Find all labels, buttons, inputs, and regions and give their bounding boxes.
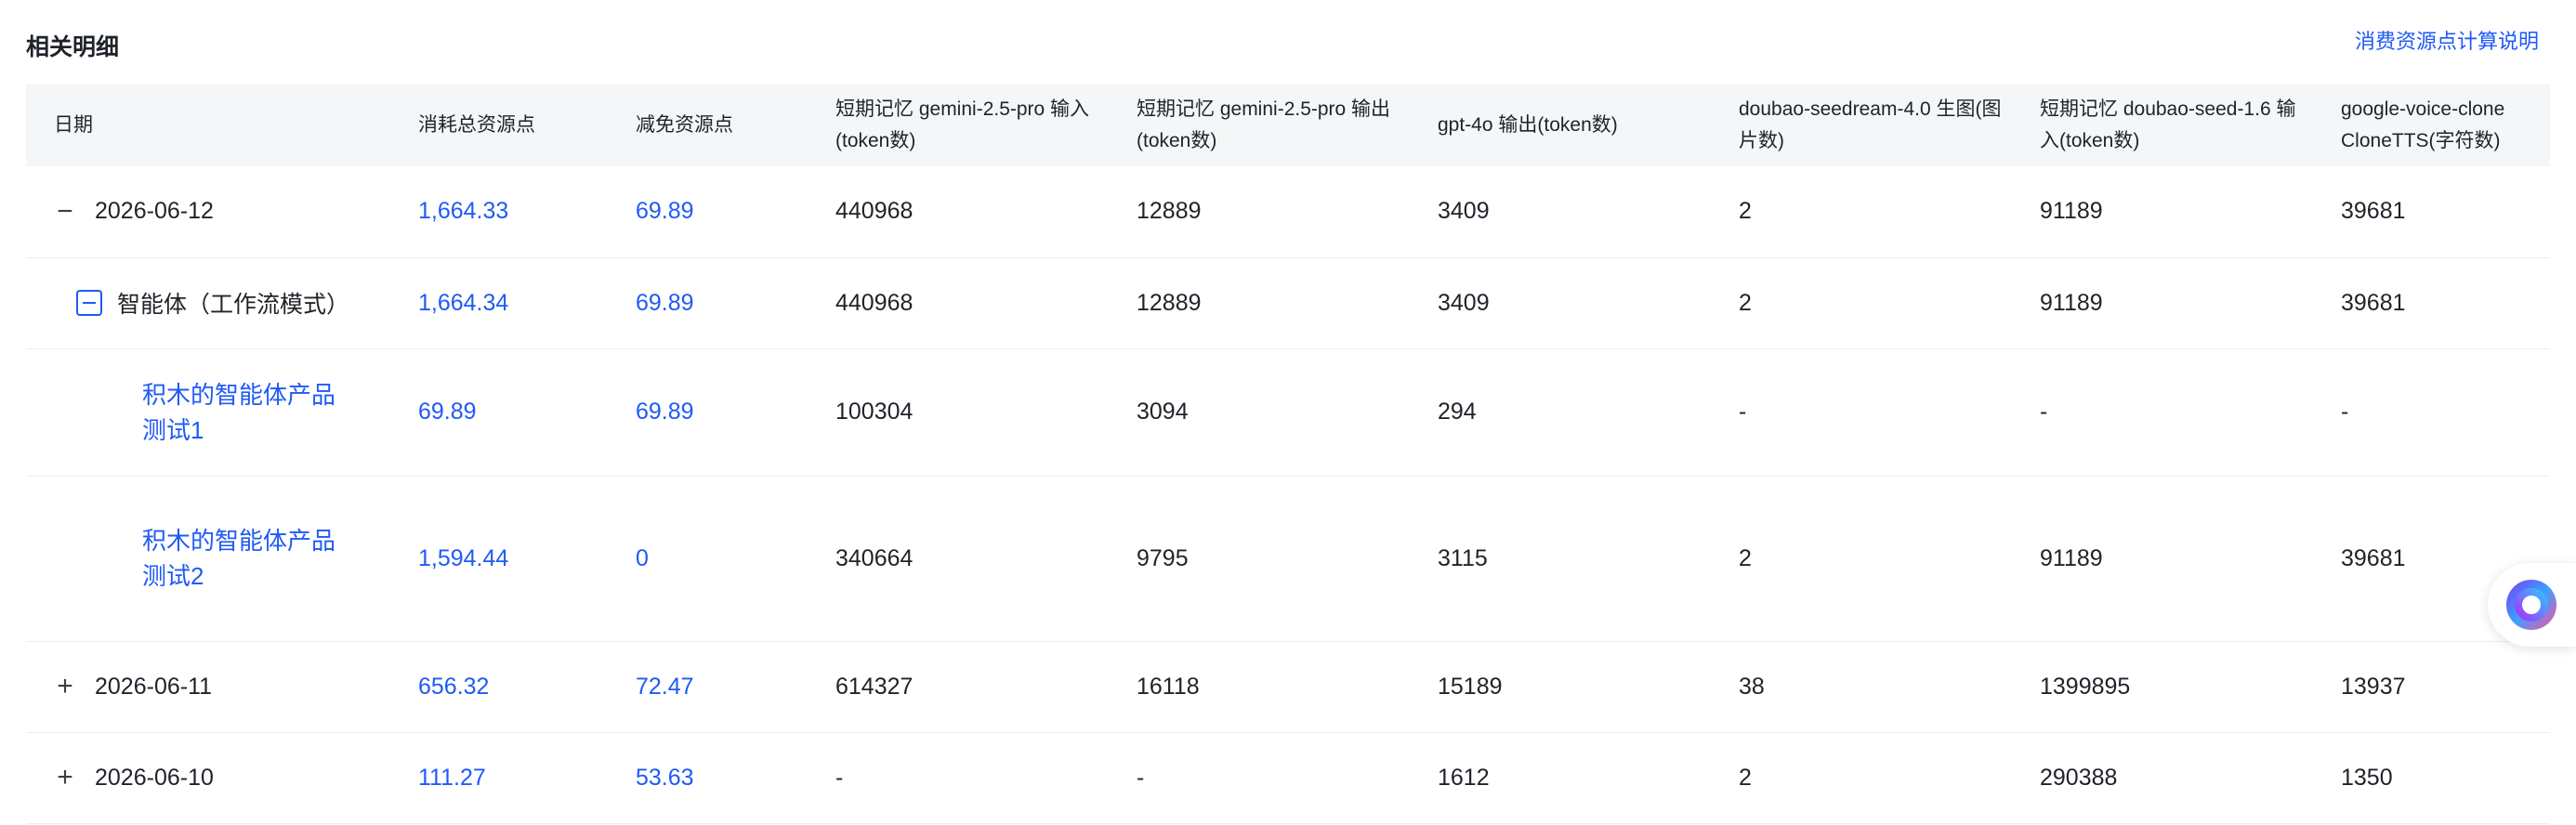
minus-square-icon[interactable]	[76, 290, 102, 316]
col5-cell: -	[2012, 348, 2313, 477]
discount-cell[interactable]: 53.63	[608, 732, 808, 824]
col4-cell: 2	[1711, 257, 2012, 349]
date-cell: + 2026-06-11	[26, 641, 390, 733]
col2-cell: -	[1109, 732, 1410, 824]
col1-cell: 440968	[808, 257, 1109, 349]
detail-table: 日期 消耗总资源点 减免资源点 短期记忆 gemini-2.5-pro 输入(t…	[26, 85, 2550, 824]
total-cell[interactable]: 111.27	[390, 732, 608, 824]
col1-cell: 100304	[808, 348, 1109, 477]
header-col1[interactable]: 短期记忆 gemini-2.5-pro 输入(token数)	[808, 85, 1109, 166]
col6-cell: 39681	[2313, 257, 2550, 349]
col5-cell: 91189	[2012, 257, 2313, 349]
col1-cell: 440968	[808, 166, 1109, 258]
header-total[interactable]: 消耗总资源点	[390, 85, 608, 166]
product-link[interactable]: 积木的智能体产品测试1	[142, 377, 347, 448]
table-row: 积木的智能体产品测试2 1,594.44 0 340664 9795 3115 …	[26, 476, 2550, 642]
minus-icon[interactable]: −	[52, 197, 78, 225]
section-header: 相关明细 消费资源点计算说明	[0, 0, 2576, 84]
table-header-row: 日期 消耗总资源点 减免资源点 短期记忆 gemini-2.5-pro 输入(t…	[26, 85, 2550, 166]
date-cell: + 2026-06-10	[26, 732, 390, 824]
header-col3[interactable]: gpt-4o 输出(token数)	[1410, 85, 1711, 166]
row-date: 2026-06-12	[95, 198, 214, 225]
table-row: + 2026-06-10 111.27 53.63 - - 1612 2 290…	[26, 732, 2550, 824]
assistant-orb-icon	[2506, 580, 2556, 630]
header-col2[interactable]: 短期记忆 gemini-2.5-pro 输出(token数)	[1109, 85, 1410, 166]
col2-cell: 3094	[1109, 348, 1410, 477]
row-category: 智能体（工作流模式）	[117, 292, 350, 318]
plus-icon[interactable]: +	[52, 673, 78, 701]
col4-cell: 2	[1711, 476, 2012, 642]
col2-cell: 12889	[1109, 166, 1410, 258]
category-cell: 智能体（工作流模式）	[26, 257, 390, 349]
detail-table-container: 日期 消耗总资源点 减免资源点 短期记忆 gemini-2.5-pro 输入(t…	[26, 85, 2550, 825]
section-title: 相关明细	[26, 34, 120, 60]
row-date: 2026-06-11	[95, 673, 213, 700]
header-discount[interactable]: 减免资源点	[608, 85, 808, 166]
col1-cell: 614327	[808, 641, 1109, 733]
col5-cell: 290388	[2012, 732, 2313, 824]
row-date: 2026-06-10	[95, 764, 214, 791]
total-cell[interactable]: 69.89	[390, 348, 608, 477]
header-col4[interactable]: doubao-seedream-4.0 生图(图片数)	[1711, 85, 2012, 166]
header-col5[interactable]: 短期记忆 doubao-seed-1.6 输入(token数)	[2012, 85, 2313, 166]
date-cell: − 2026-06-12	[26, 166, 390, 258]
discount-cell[interactable]: 69.89	[608, 166, 808, 258]
discount-cell[interactable]: 69.89	[608, 348, 808, 477]
col4-cell: 2	[1711, 732, 2012, 824]
total-cell[interactable]: 1,664.34	[390, 257, 608, 349]
table-row: + 2026-06-11 656.32 72.47 614327 16118 1…	[26, 641, 2550, 733]
col6-cell: 13937	[2313, 641, 2550, 733]
product-cell: 积木的智能体产品测试1	[26, 348, 390, 477]
col6-cell: -	[2313, 348, 2550, 477]
col4-cell: -	[1711, 348, 2012, 477]
total-cell[interactable]: 1,594.44	[390, 476, 608, 642]
table-row: − 2026-06-12 1,664.33 69.89 440968 12889…	[26, 166, 2550, 258]
col3-cell: 294	[1410, 348, 1711, 477]
col3-cell: 3115	[1410, 476, 1711, 642]
col4-cell: 2	[1711, 166, 2012, 258]
col2-cell: 16118	[1109, 641, 1410, 733]
header-col6[interactable]: google-voice-clone CloneTTS(字符数)	[2313, 85, 2550, 166]
discount-cell[interactable]: 72.47	[608, 641, 808, 733]
col1-cell: 340664	[808, 476, 1109, 642]
col3-cell: 1612	[1410, 732, 1711, 824]
col5-cell: 1399895	[2012, 641, 2313, 733]
product-link[interactable]: 积木的智能体产品测试2	[142, 523, 347, 594]
col6-cell: 39681	[2313, 166, 2550, 258]
col5-cell: 91189	[2012, 476, 2313, 642]
col1-cell: -	[808, 732, 1109, 824]
header-date[interactable]: 日期	[26, 85, 390, 166]
discount-cell[interactable]: 69.89	[608, 257, 808, 349]
table-row: 积木的智能体产品测试1 69.89 69.89 100304 3094 294 …	[26, 348, 2550, 477]
col2-cell: 9795	[1109, 476, 1410, 642]
col3-cell: 3409	[1410, 166, 1711, 258]
explain-link[interactable]: 消费资源点计算说明	[2355, 25, 2539, 55]
total-cell[interactable]: 1,664.33	[390, 166, 608, 258]
discount-cell[interactable]: 0	[608, 476, 808, 642]
col5-cell: 91189	[2012, 166, 2313, 258]
col2-cell: 12889	[1109, 257, 1410, 349]
col3-cell: 15189	[1410, 641, 1711, 733]
col4-cell: 38	[1711, 641, 2012, 733]
col3-cell: 3409	[1410, 257, 1711, 349]
table-row: 智能体（工作流模式） 1,664.34 69.89 440968 12889 3…	[26, 257, 2550, 349]
col6-cell: 1350	[2313, 732, 2550, 824]
assistant-button[interactable]	[2488, 563, 2576, 647]
total-cell[interactable]: 656.32	[390, 641, 608, 733]
plus-icon[interactable]: +	[52, 764, 78, 792]
product-cell: 积木的智能体产品测试2	[26, 476, 390, 642]
